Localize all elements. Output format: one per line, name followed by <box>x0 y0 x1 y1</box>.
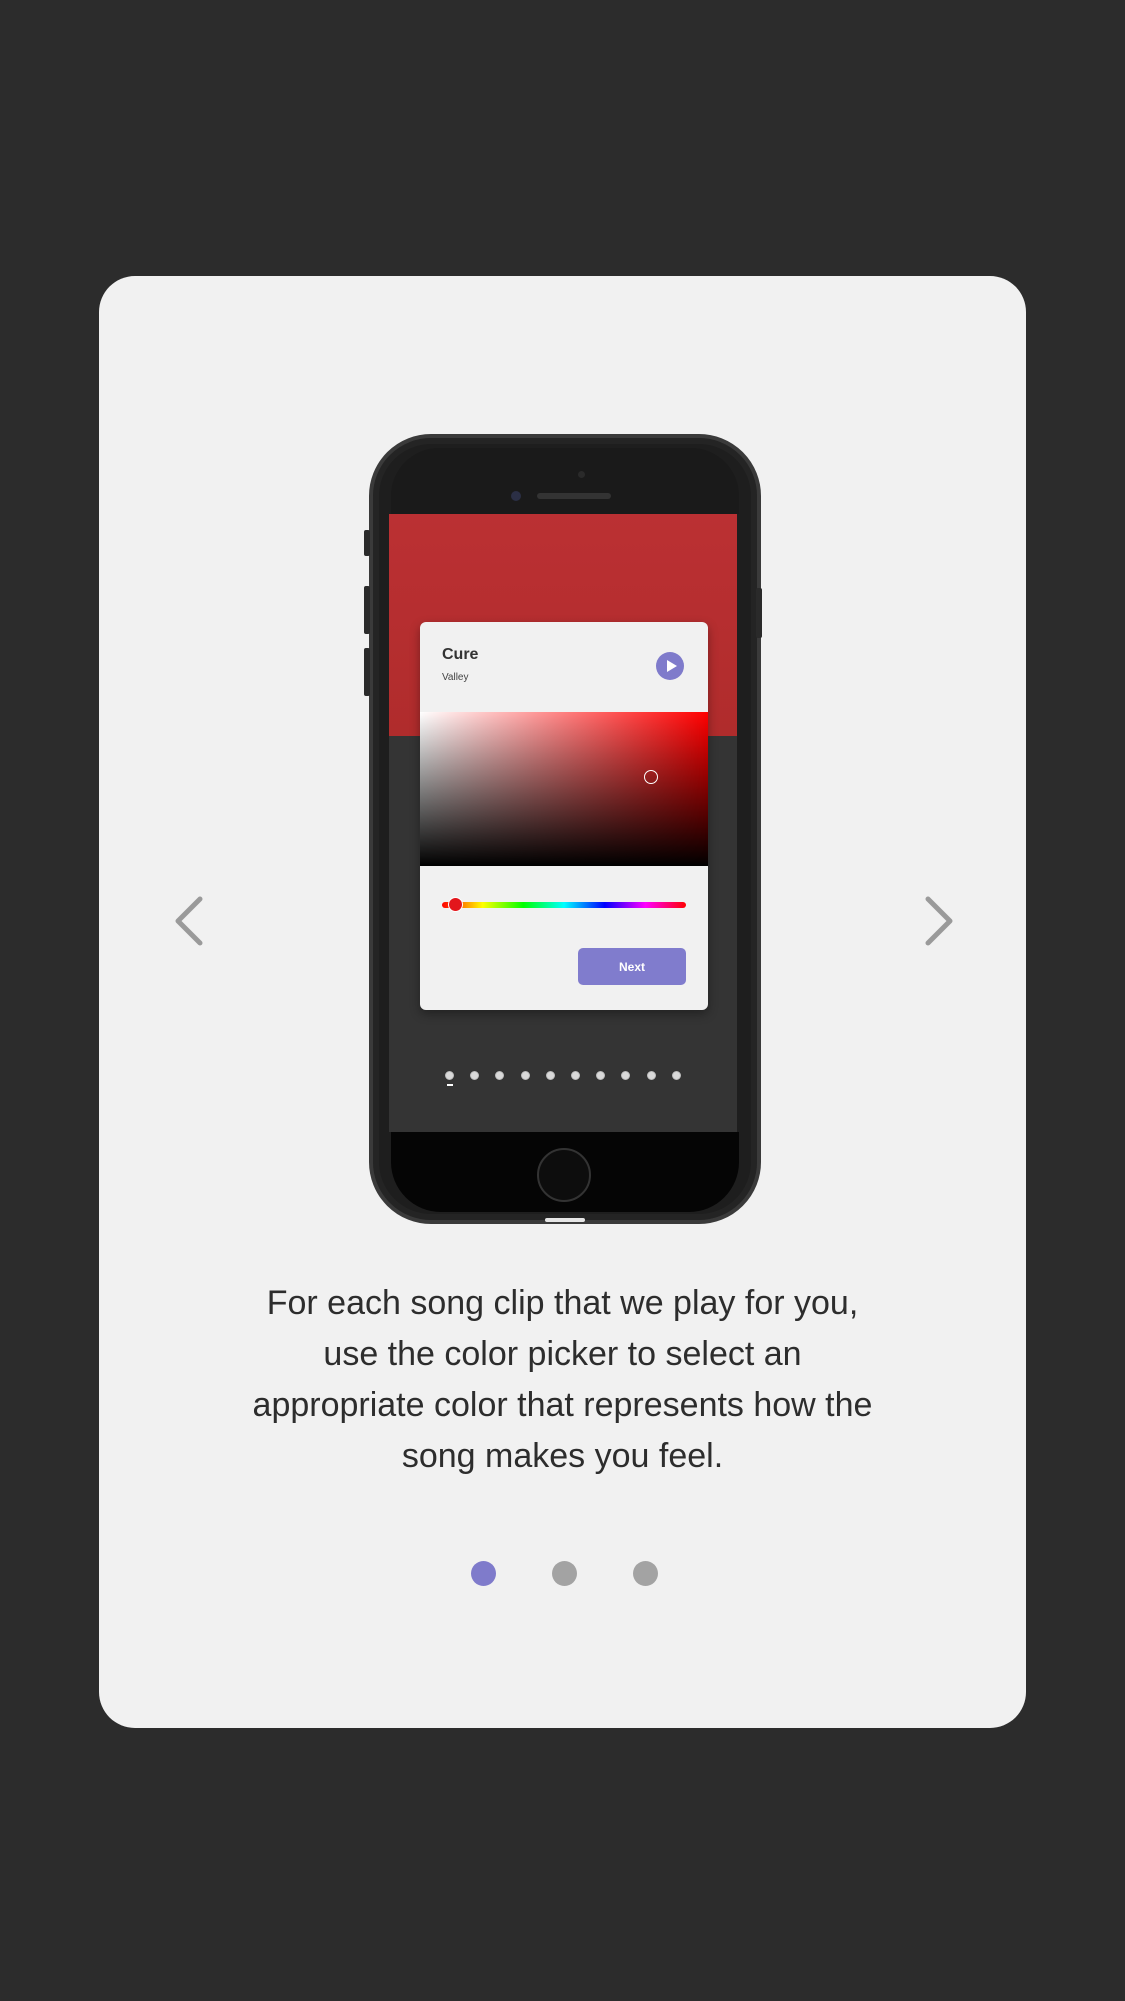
phone-top-bezel <box>391 448 739 514</box>
phone-volume-up <box>364 586 370 634</box>
phone-mockup: Cure Valley Next <box>364 434 762 1224</box>
saturation-brightness-picker[interactable] <box>420 712 708 866</box>
step-dot <box>495 1071 505 1080</box>
step-dot <box>621 1071 631 1080</box>
pager-dot[interactable] <box>552 1561 577 1586</box>
color-selection-handle[interactable] <box>644 770 658 784</box>
previous-slide-button[interactable] <box>159 881 219 961</box>
pager-dot[interactable] <box>633 1561 658 1586</box>
step-dot <box>596 1071 606 1080</box>
slide-pager <box>471 1561 671 1587</box>
step-dot <box>520 1071 530 1080</box>
next-button[interactable]: Next <box>578 948 686 985</box>
song-artist: Valley <box>442 672 469 683</box>
hue-slider-handle[interactable] <box>448 897 464 912</box>
step-indicator <box>445 1071 685 1086</box>
front-camera-icon <box>511 491 521 501</box>
step-dot <box>570 1071 580 1080</box>
color-picker-card: Cure Valley Next <box>420 622 708 1010</box>
chevron-left-icon <box>175 896 203 946</box>
phone-power-button <box>756 588 762 638</box>
step-dot <box>545 1071 555 1080</box>
play-icon <box>666 660 677 672</box>
instruction-text: For each song clip that we play for you,… <box>252 1284 873 1475</box>
step-dot <box>646 1071 656 1080</box>
pager-dot[interactable] <box>471 1561 496 1586</box>
song-title: Cure <box>442 646 479 663</box>
home-button <box>537 1148 591 1202</box>
step-dot <box>470 1071 480 1080</box>
sensor-icon <box>578 471 585 478</box>
play-button[interactable] <box>656 652 684 680</box>
phone-volume-down <box>364 648 370 696</box>
step-dot <box>671 1071 681 1080</box>
charging-port <box>545 1218 585 1222</box>
phone-mute-switch <box>364 530 370 556</box>
onboarding-card: Cure Valley Next For each song clip that… <box>99 276 1026 1728</box>
earpiece-speaker <box>537 493 611 499</box>
chevron-right-icon <box>925 896 953 946</box>
next-slide-button[interactable] <box>909 881 969 961</box>
hue-slider[interactable] <box>442 897 686 912</box>
step-dot <box>445 1071 454 1086</box>
phone-screen: Cure Valley Next <box>389 514 737 1132</box>
